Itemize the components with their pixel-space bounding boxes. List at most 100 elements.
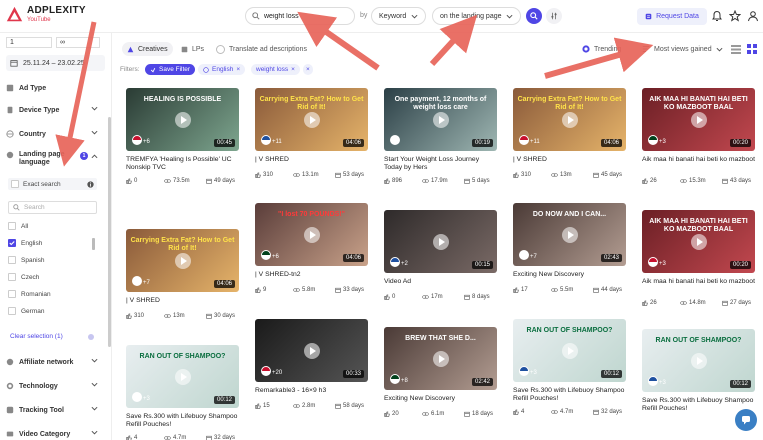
play-icon[interactable] <box>432 111 449 128</box>
language-search-input[interactable]: Search <box>8 201 97 214</box>
ad-title[interactable]: Start Your Weight Loss Journey Today by … <box>384 156 497 173</box>
language-list-scrollbar[interactable] <box>92 238 95 250</box>
max-value-input[interactable]: ∞ <box>56 37 100 48</box>
language-option-spanish[interactable]: Spanish <box>8 255 45 265</box>
ad-thumbnail[interactable]: Carrying Extra Fat? How to Get Rid of It… <box>255 88 368 151</box>
play-icon[interactable] <box>690 352 707 369</box>
ad-thumbnail[interactable]: 00:33 +20 <box>255 319 368 382</box>
ad-title[interactable]: Video Ad <box>384 278 497 286</box>
search-field-select[interactable]: Keyword <box>371 7 426 25</box>
section-landing-language[interactable]: Landing page language 1 <box>6 151 98 173</box>
ad-thumbnail[interactable]: HEALING IS POSSIBLE 00:45 +6 <box>126 88 239 151</box>
language-checkbox[interactable] <box>8 239 16 247</box>
ad-thumbnail[interactable]: RAN OUT OF SHAMPOO? 00:12 +3 <box>126 345 239 408</box>
filter-chip-keyword[interactable]: weight loss × <box>251 64 300 75</box>
ad-thumbnail[interactable]: 00:15 +2 <box>384 210 497 273</box>
star-icon[interactable] <box>729 10 741 22</box>
close-icon[interactable]: × <box>236 66 240 73</box>
language-option-german[interactable]: German <box>8 306 44 316</box>
language-checkbox[interactable] <box>8 273 16 281</box>
ad-title[interactable]: Aik maa hi banati hai beti ko mazboot <box>642 278 755 286</box>
keyword-search-box[interactable] <box>245 7 355 25</box>
play-icon[interactable] <box>432 233 449 250</box>
play-icon[interactable] <box>561 342 578 359</box>
language-checkbox[interactable] <box>8 290 16 298</box>
tab-creatives[interactable]: Creatives <box>122 42 173 56</box>
save-filter-button[interactable]: Save Filter <box>145 64 196 75</box>
ad-title[interactable]: Save Rs.300 with Lifebuoy Shampoo Refill… <box>513 387 626 404</box>
section-ad-type[interactable]: Ad Type <box>6 81 98 95</box>
ad-thumbnail[interactable]: RAN OUT OF SHAMPOO? 00:12 +3 <box>642 329 755 392</box>
ad-title[interactable]: Exciting New Discovery <box>513 271 626 279</box>
ad-title[interactable]: TREMFYA 'Healing Is Possible' UC Nonskip… <box>126 156 239 173</box>
exact-search-toggle[interactable]: Exact search <box>8 178 97 190</box>
ad-title[interactable]: | V SHRED-tn2 <box>255 271 368 279</box>
exact-search-checkbox[interactable] <box>11 180 19 188</box>
close-icon[interactable]: × <box>291 66 295 73</box>
min-value-input[interactable]: 1 <box>6 37 52 48</box>
app-logo[interactable]: ADPLEXITY YouTube <box>6 6 86 23</box>
section-device-type[interactable]: Device Type <box>6 103 98 117</box>
language-checkbox[interactable] <box>8 222 16 230</box>
search-button[interactable] <box>526 8 542 24</box>
ad-title[interactable]: | V SHRED <box>255 156 368 164</box>
language-checkbox[interactable] <box>8 307 16 315</box>
ad-thumbnail[interactable]: BREW THAT SHE D... 02:42 +8 <box>384 327 497 390</box>
bell-icon[interactable] <box>711 10 723 22</box>
tab-lps[interactable]: LPs <box>176 42 209 56</box>
language-checkbox[interactable] <box>8 256 16 264</box>
ad-title[interactable]: Save Rs.300 with Lifebuoy Shampoo Refill… <box>126 413 239 430</box>
ad-title[interactable]: | V SHRED <box>126 297 239 305</box>
ad-thumbnail[interactable]: One payment, 12 months of weight loss ca… <box>384 88 497 151</box>
trending-toggle[interactable]: Trending <box>577 42 626 56</box>
info-icon[interactable] <box>87 180 94 188</box>
language-option-romanian[interactable]: Romanian <box>8 289 51 299</box>
chat-button[interactable] <box>735 409 757 431</box>
ad-thumbnail[interactable]: AIK MAA HI BANATI HAI BETI KO MAZBOOT BA… <box>642 88 755 151</box>
clear-selection-link[interactable]: Clear selection (1) <box>10 333 63 340</box>
language-option-english[interactable]: English <box>8 238 42 248</box>
play-icon[interactable] <box>303 342 320 359</box>
ad-thumbnail[interactable]: Carrying Extra Fat? How to Get Rid of It… <box>126 229 239 292</box>
advanced-filter-button[interactable] <box>546 8 562 24</box>
section-tracking-tool[interactable]: Tracking Tool <box>6 403 98 417</box>
language-option-all[interactable]: All <box>8 221 28 231</box>
ad-thumbnail[interactable]: AIK MAA HI BANATI HAI BETI KO MAZBOOT BA… <box>642 210 755 273</box>
search-scope-select[interactable]: on the landing page <box>432 7 521 25</box>
ad-title[interactable]: Remarkable3 - 16×9 h3 <box>255 387 368 395</box>
play-icon[interactable] <box>174 252 191 269</box>
play-icon[interactable] <box>174 111 191 128</box>
play-icon[interactable] <box>690 233 707 250</box>
translate-toggle[interactable]: Translate ad descriptions <box>211 42 312 56</box>
section-technology[interactable]: Technology <box>6 379 98 393</box>
ad-thumbnail[interactable]: Carrying Extra Fat? How to Get Rid of It… <box>513 88 626 151</box>
play-icon[interactable] <box>561 111 578 128</box>
filter-chip-english[interactable]: English × <box>198 64 246 75</box>
clear-filters-button[interactable]: × <box>303 64 313 75</box>
grid-view-icon[interactable] <box>747 44 757 54</box>
search-input[interactable] <box>264 12 344 20</box>
section-country[interactable]: Country <box>6 127 98 141</box>
user-icon[interactable] <box>747 10 759 22</box>
translate-radio[interactable] <box>216 44 225 54</box>
ad-thumbnail[interactable]: "I lost 70 POUNDS!" 04:06 +6 <box>255 203 368 266</box>
ad-thumbnail[interactable]: RAN OUT OF SHAMPOO? 00:12 +3 <box>513 319 626 382</box>
ad-title[interactable]: Aik maa hi banati hai beti ko mazboot <box>642 156 755 164</box>
sidebar-scrollbar[interactable] <box>108 117 111 347</box>
language-option-czech[interactable]: Czech <box>8 272 39 282</box>
request-data-button[interactable]: Request Data <box>637 8 707 25</box>
play-icon[interactable] <box>690 111 707 128</box>
ad-title[interactable]: Exciting New Discovery <box>384 395 497 403</box>
ad-thumbnail[interactable]: DO NOW AND I CAN... 02:43 +7 <box>513 203 626 266</box>
play-icon[interactable] <box>561 226 578 243</box>
play-icon[interactable] <box>303 111 320 128</box>
play-icon[interactable] <box>174 368 191 385</box>
list-view-icon[interactable] <box>731 45 741 54</box>
play-icon[interactable] <box>303 226 320 243</box>
section-affiliate-network[interactable]: Affiliate network <box>6 355 98 369</box>
play-icon[interactable] <box>432 350 449 367</box>
section-video-category[interactable]: Video Category <box>6 427 98 440</box>
ad-title[interactable]: | V SHRED <box>513 156 626 164</box>
sort-select[interactable]: Most views gained <box>637 42 728 56</box>
date-range-picker[interactable]: 25.11.24 – 23.02.25 <box>6 55 105 71</box>
